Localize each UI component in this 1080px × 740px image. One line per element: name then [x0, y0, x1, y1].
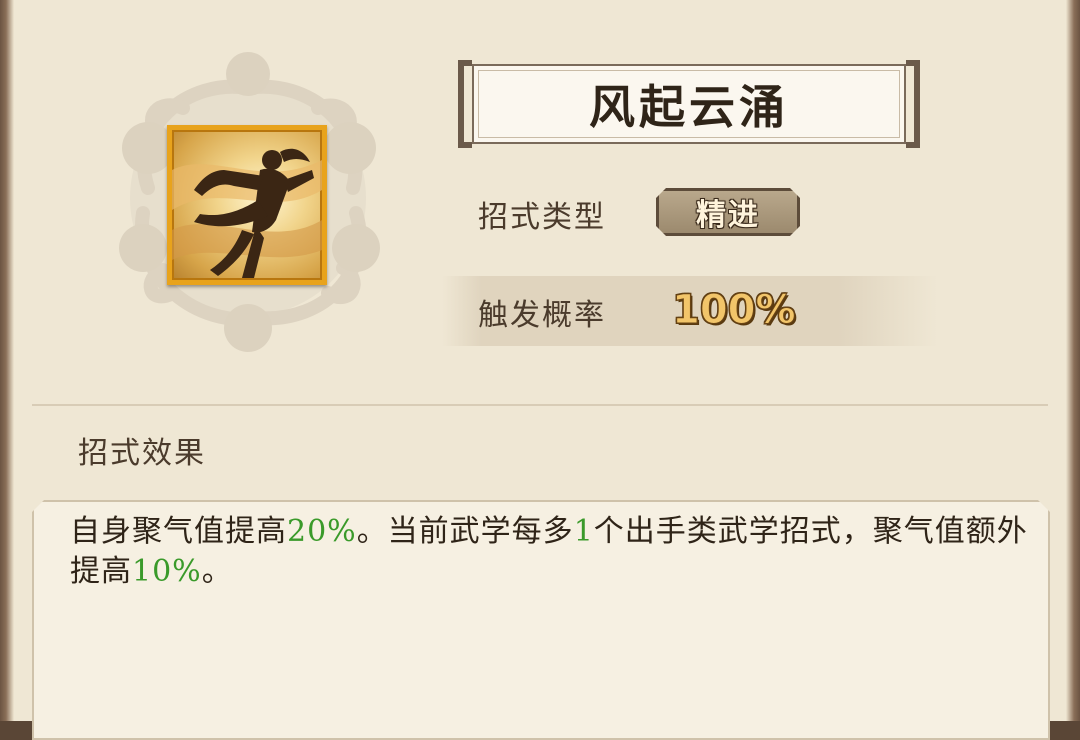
- martial-artist-kick-icon: [172, 148, 322, 278]
- skill-type-label: 招式类型: [478, 200, 606, 235]
- effect-highlight-value: 10%: [132, 554, 202, 589]
- trigger-rate-value: 100%: [672, 287, 797, 334]
- title-bracket-right: [906, 60, 920, 148]
- title-bracket-left: [458, 60, 472, 148]
- title-box: 风起云涌: [472, 64, 906, 144]
- effect-highlight-value: 1: [573, 514, 594, 549]
- trigger-rate-label: 触发概率: [478, 298, 606, 333]
- section-divider: [32, 404, 1048, 406]
- effect-heading: 招式效果: [78, 436, 206, 471]
- skill-title-plaque: 风起云涌: [458, 60, 920, 148]
- effect-text-segment: 自身聚气值提高: [70, 514, 287, 549]
- effect-text-segment: 。当前武学每多: [356, 514, 574, 549]
- skill-type-badge: 精进: [656, 188, 800, 236]
- skill-type-value: 精进: [696, 198, 760, 233]
- skill-name: 风起云涌: [589, 80, 789, 134]
- effect-text-segment: 。: [201, 554, 233, 589]
- effect-description: 自身聚气值提高20%。当前武学每多1个出手类武学招式，聚气值额外提高10%。: [70, 512, 1030, 592]
- skill-icon[interactable]: [167, 125, 327, 285]
- effect-highlight-value: 20%: [287, 514, 357, 549]
